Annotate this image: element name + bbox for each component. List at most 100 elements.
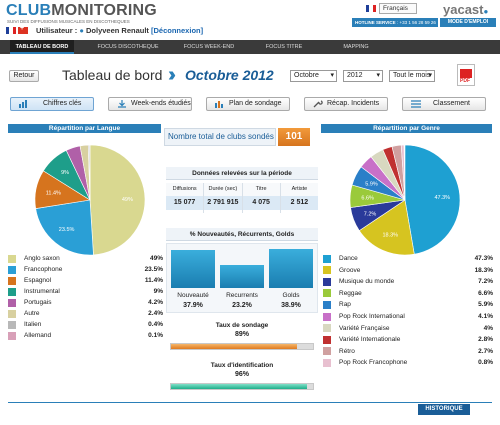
weekends-button[interactable]: Week-ends étudiés	[108, 97, 192, 111]
recap-incidents-button[interactable]: Récap. Incidents	[304, 97, 388, 111]
legend-item: Autre 2.4%	[8, 308, 163, 319]
legend-label: Autre	[24, 310, 40, 317]
legend-swatch	[323, 324, 331, 333]
data-header: Artiste	[280, 183, 318, 196]
legend-swatch	[323, 266, 331, 275]
nrg-label: Nouveauté	[177, 292, 209, 299]
download-icon	[118, 100, 126, 108]
data-value: 2 791 915	[204, 196, 242, 210]
data-value: 2 512	[280, 196, 318, 210]
legend-label: Anglo saxon	[24, 255, 60, 262]
legend-value: 2.7%	[478, 347, 493, 355]
legend-item: Italien 0.4%	[8, 319, 163, 330]
nrg-bar	[269, 249, 313, 288]
language-selector[interactable]: Français	[366, 3, 417, 14]
pie-slice-label: 49%	[122, 197, 133, 203]
france-flag-icon[interactable]	[6, 27, 16, 34]
chiffres-cles-button[interactable]: Chiffres clés	[10, 97, 94, 111]
list-icon	[411, 100, 421, 108]
pie-slice-label: 11.4%	[46, 191, 61, 197]
tagline: SUIVI DES DIFFUSIONS MUSICALES EN DISCOT…	[7, 19, 130, 24]
donnees-table: Diffusions 15 077 Durée (sec) 2 791 915 Titr…	[166, 183, 318, 213]
chart-icon	[19, 100, 27, 108]
legend-value: 4%	[483, 324, 493, 332]
legend-label: Pop Rock Francophone	[339, 359, 408, 367]
wrench-icon	[313, 100, 323, 108]
data-value: 4 075	[242, 196, 280, 210]
tab-focus-discotheque[interactable]: FOCUS DISCOTHEQUE	[88, 40, 168, 54]
period-title: Octobre 2012	[185, 67, 274, 83]
user-info: Utilisateur : ● Dolyveen Renault [Déconn…	[36, 26, 204, 35]
main-nav: TABLEAU DE BORD FOCUS DISCOTHEQUE FOCUS …	[0, 40, 500, 54]
pie-slice	[404, 144, 461, 255]
legend-item: Espagnol 11.4%	[8, 275, 163, 286]
legend-label: Variété Internationale	[339, 336, 401, 344]
legend-label: Dance	[339, 255, 358, 262]
month-select[interactable]: Octobre	[290, 70, 337, 82]
data-column: Durée (sec) 2 791 915	[204, 183, 243, 213]
language-select[interactable]: Français	[379, 3, 417, 14]
data-header: Diffusions	[166, 183, 204, 196]
legend-value: 18.3%	[474, 266, 493, 274]
pdf-export-icon[interactable]: PDF	[457, 64, 475, 86]
legend-value: 4.2%	[148, 299, 163, 306]
genre-panel-title: Répartition par Genre	[321, 124, 492, 133]
identification-bar	[170, 383, 314, 390]
data-column: Titre 4 075	[242, 183, 281, 213]
logout-link[interactable]: [Déconnexion]	[151, 26, 203, 35]
identification-value: 96%	[234, 371, 249, 378]
data-column: Diffusions 15 077	[166, 183, 205, 213]
total-clubs-label: Nombre total de clubs sondés	[164, 128, 276, 146]
langue-pie-chart: 49% 23.5% 11.4% 9%	[34, 144, 146, 256]
pie-slice-label: 5.9%	[365, 181, 378, 187]
tab-mapping[interactable]: MAPPING	[326, 40, 386, 54]
pie-slice-label: 47.3%	[434, 195, 450, 201]
legend-swatch	[323, 335, 331, 344]
data-header: Durée (sec)	[204, 183, 242, 196]
tab-tableau-de-bord[interactable]: TABLEAU DE BORD	[10, 40, 74, 54]
tab-focus-week-end[interactable]: FOCUS WEEK-END	[174, 40, 244, 54]
nrg-value: 23.2%	[232, 302, 252, 309]
legend-item: Musique du monde 7.2%	[323, 276, 493, 287]
legend-swatch	[323, 289, 331, 298]
genre-pie-chart: 47.3% 18.3% 7.2% 6.6% 5.9%	[349, 144, 461, 256]
legend-item: Variété Française 4%	[323, 323, 493, 334]
legend-item: Pop Rock International 4.1%	[323, 311, 493, 322]
legend-label: Portugais	[24, 299, 52, 306]
year-select[interactable]: 2012	[343, 70, 383, 82]
tab-focus-titre[interactable]: FOCUS TITRE	[254, 40, 314, 54]
range-select[interactable]: Tout le mois	[389, 70, 435, 82]
legend-item: Reggae 6.6%	[323, 288, 493, 299]
pie-slice-label: 6.6%	[361, 195, 374, 201]
mode-emploi-button[interactable]: MODE D'EMPLOI	[440, 18, 496, 27]
yacast-logo: yacast	[443, 2, 488, 17]
legend-swatch	[8, 298, 16, 307]
france-flag-icon	[366, 5, 376, 12]
legend-swatch	[8, 320, 16, 329]
legend-item: Rétro 2.7%	[323, 346, 493, 357]
legend-item: Rap 5.9%	[323, 299, 493, 310]
legend-label: Instrumental	[24, 288, 60, 295]
legend-swatch	[323, 254, 331, 263]
identification-title: Taux d'identification	[210, 362, 274, 369]
pie-slice-label: 7.2%	[364, 211, 377, 217]
bar-chart-icon	[215, 101, 223, 108]
identification-bar-fill	[171, 384, 308, 389]
legend-swatch	[8, 309, 16, 318]
back-button[interactable]: Retour	[9, 70, 39, 82]
legend-label: Variété Française	[339, 324, 390, 332]
app-logo: CLUBMONITORING	[6, 2, 157, 19]
data-value: 15 077	[166, 196, 204, 210]
legend-swatch	[8, 254, 16, 263]
legend-value: 47.3%	[474, 255, 493, 262]
data-column: Artiste 2 512	[280, 183, 318, 213]
switzerland-flag-icon[interactable]	[18, 25, 28, 34]
historique-button[interactable]: HISTORIQUE	[418, 404, 470, 415]
legend-value: 4.1%	[478, 313, 493, 320]
plan-sondage-button[interactable]: Plan de sondage	[206, 97, 290, 111]
data-header: Titre	[242, 183, 280, 196]
nrg-bar	[220, 265, 264, 288]
footer-divider	[8, 402, 492, 403]
legend-swatch	[323, 277, 331, 286]
classement-button[interactable]: Classement	[402, 97, 486, 111]
